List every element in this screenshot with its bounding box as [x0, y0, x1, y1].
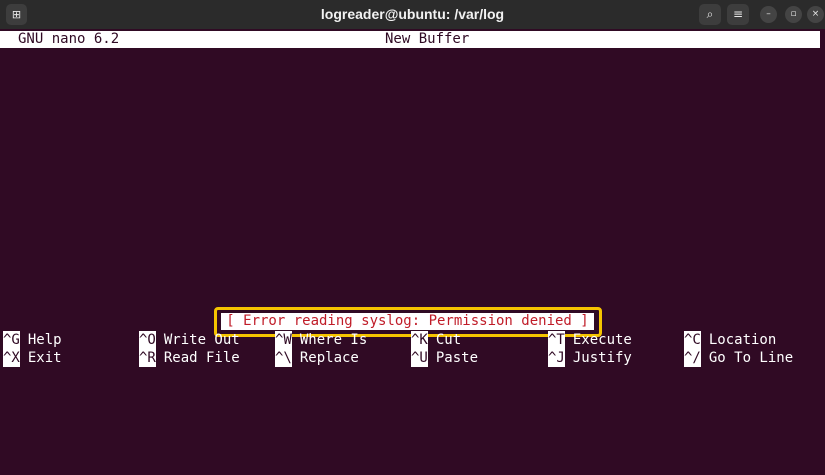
- shortcut-label: Where Is: [299, 332, 368, 348]
- shortcut-label: Location: [708, 332, 777, 348]
- shortcut-key: ^K: [411, 331, 428, 349]
- shortcut-key: ^O: [139, 331, 156, 349]
- minimize-icon: –: [766, 9, 771, 19]
- shortcut-exit[interactable]: ^X Exit: [3, 349, 62, 367]
- shortcut-justify[interactable]: ^J Justify: [548, 349, 632, 367]
- shortcut-execute[interactable]: ^T Execute: [548, 331, 632, 349]
- hamburger-menu-icon: ≡: [732, 7, 744, 21]
- shortcut-row-2: ^X Exit ^R Read File ^\ Replace ^U Paste ^J J…: [0, 349, 825, 367]
- shortcut-label: Read File: [163, 350, 240, 366]
- nano-version: GNU nano 6.2: [18, 31, 120, 47]
- status-message: [ Error reading syslog: Permission denie…: [221, 313, 594, 330]
- shortcut-key: ^X: [3, 349, 20, 367]
- nano-header-bar: GNU nano 6.2 New Buffer: [0, 31, 820, 48]
- shortcut-where-is[interactable]: ^W Where Is: [275, 331, 367, 349]
- shortcut-key: ^J: [548, 349, 565, 367]
- shortcut-label: Cut: [435, 332, 462, 348]
- window-titlebar: ⊞ logreader@ubuntu: /var/log ⌕ ≡ – ▫ ×: [0, 0, 825, 29]
- shortcut-location[interactable]: ^C Location: [684, 331, 776, 349]
- shortcut-key: ^R: [139, 349, 156, 367]
- shortcut-go-to-line[interactable]: ^/ Go To Line: [684, 349, 793, 367]
- close-button[interactable]: ×: [807, 6, 824, 23]
- shortcut-paste[interactable]: ^U Paste: [411, 349, 478, 367]
- shortcut-write-out[interactable]: ^O Write Out: [139, 331, 240, 349]
- search-icon: ⌕: [706, 7, 714, 21]
- minimize-button[interactable]: –: [760, 6, 777, 23]
- shortcut-label: Justify: [572, 350, 632, 366]
- maximize-icon: ▫: [790, 9, 797, 19]
- shortcut-row-1: ^G Help ^O Write Out ^W Where Is ^K Cut ^T Ex…: [0, 331, 825, 349]
- shortcut-replace[interactable]: ^\ Replace: [275, 349, 359, 367]
- shortcut-read-file[interactable]: ^R Read File: [139, 349, 240, 367]
- maximize-button[interactable]: ▫: [785, 6, 802, 23]
- menu-button[interactable]: ≡: [727, 4, 749, 25]
- shortcut-help[interactable]: ^G Help: [3, 331, 62, 349]
- search-button[interactable]: ⌕: [699, 4, 721, 25]
- shortcut-key: ^C: [684, 331, 701, 349]
- shortcut-key: ^T: [548, 331, 565, 349]
- shortcut-label: Exit: [27, 350, 62, 366]
- close-icon: ×: [811, 9, 820, 19]
- shortcut-cut[interactable]: ^K Cut: [411, 331, 461, 349]
- shortcut-label: Execute: [572, 332, 632, 348]
- shortcut-key: ^\: [275, 349, 292, 367]
- shortcut-label: Go To Line: [708, 350, 794, 366]
- shortcut-label: Paste: [435, 350, 479, 366]
- shortcut-key: ^U: [411, 349, 428, 367]
- shortcut-key: ^W: [275, 331, 292, 349]
- shortcut-key: ^G: [3, 331, 20, 349]
- shortcut-label: Help: [27, 332, 62, 348]
- buffer-name: New Buffer: [385, 31, 470, 47]
- shortcut-label: Replace: [299, 350, 359, 366]
- shortcut-label: Write Out: [163, 332, 240, 348]
- shortcut-key: ^/: [684, 349, 701, 367]
